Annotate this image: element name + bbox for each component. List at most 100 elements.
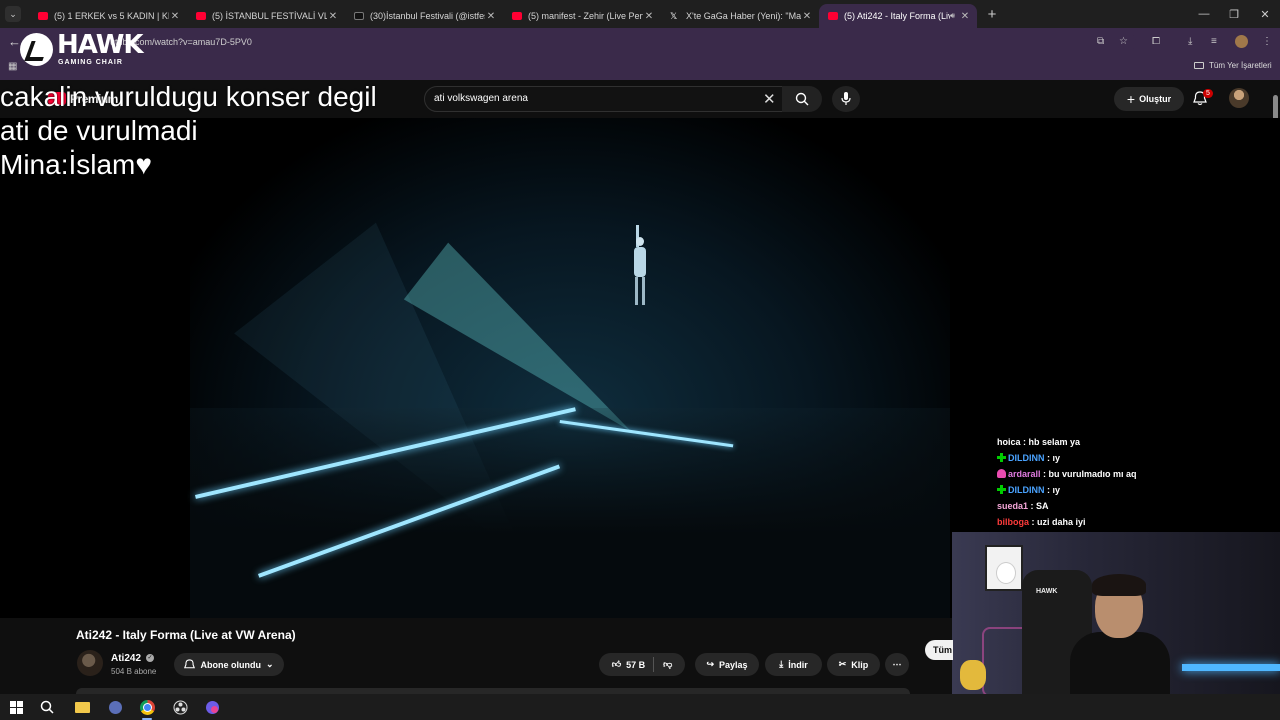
tab-title: (5) 1 ERKEK vs 5 KADIN | KIYAFE bbox=[54, 11, 169, 21]
plus-badge-icon bbox=[997, 485, 1006, 494]
verified-check-icon: ✓ bbox=[146, 654, 154, 662]
download-arrow-icon: ⤓ bbox=[779, 659, 784, 669]
performer-figure bbox=[632, 225, 648, 307]
new-tab-plus-icon[interactable]: + bbox=[983, 6, 1001, 23]
browser-tab-4[interactable]: 𝕏 X'te GaGa Haber (Yeni): "Manife ✕ bbox=[661, 4, 819, 28]
concert-crowd bbox=[190, 408, 950, 618]
tab-title: (5) İSTANBUL FESTİVALİ VLOG bbox=[212, 11, 327, 21]
plus-icon: + bbox=[1126, 91, 1136, 107]
close-window-icon[interactable]: ✕ bbox=[1248, 0, 1280, 28]
search-query-text[interactable]: ati volkswagen arena bbox=[434, 93, 528, 104]
chat-username: sueda1 bbox=[997, 501, 1029, 511]
like-button[interactable]: 👍︎ 57 B bbox=[611, 657, 655, 672]
restore-window-icon[interactable]: ❐ bbox=[1217, 0, 1251, 28]
tab-search-menu-button[interactable]: ⌄ bbox=[5, 6, 21, 22]
download-icon[interactable]: ⤓ bbox=[1188, 36, 1192, 47]
cat-picture bbox=[997, 563, 1015, 583]
plus-badge-icon bbox=[997, 453, 1006, 462]
notification-count-badge: 5 bbox=[1203, 89, 1213, 98]
obs-icon[interactable] bbox=[171, 698, 189, 716]
channel-avatar[interactable] bbox=[77, 650, 103, 676]
taskbar-search-icon[interactable] bbox=[38, 698, 56, 716]
create-button[interactable]: + Oluştur bbox=[1114, 87, 1184, 111]
all-bookmarks-label: Tüm Yer İşaretleri bbox=[1209, 61, 1272, 70]
tiktok-favicon-icon bbox=[354, 12, 364, 20]
sponsor-title: HAWK bbox=[57, 30, 144, 60]
chat-text: bu vurulmadıo mı aq bbox=[1048, 469, 1137, 479]
apps-grid-icon[interactable]: ▦ bbox=[8, 61, 17, 72]
all-bookmarks-folder[interactable]: Tüm Yer İşaretleri bbox=[1194, 61, 1272, 70]
speaker-icon[interactable]: 🔊︎ bbox=[950, 11, 955, 21]
like-dislike-group: 👍︎ 57 B 👎︎ bbox=[599, 653, 685, 676]
more-actions-button[interactable]: ⋯ bbox=[885, 653, 909, 676]
sponsor-subtitle: GAMING CHAIR bbox=[58, 59, 123, 66]
chat-message: DILDINN : ıy bbox=[997, 450, 1197, 466]
tab-title: (5) Ati242 - Italy Forma (Live bbox=[844, 11, 950, 21]
heart-badge-icon bbox=[997, 469, 1006, 478]
dislike-button-thumbs-down-icon[interactable]: 👎︎ bbox=[663, 659, 672, 670]
install-app-icon[interactable]: ⧉ bbox=[1097, 36, 1104, 47]
hawk-emblem-icon bbox=[20, 33, 53, 66]
browser-tab-2[interactable]: (30)İstanbul Festivali (@istfestiva ✕ bbox=[345, 4, 503, 28]
like-count: 57 B bbox=[626, 659, 646, 670]
chat-text: hb selam ya bbox=[1028, 437, 1081, 447]
webcam-toy bbox=[960, 660, 986, 690]
voice-search-button[interactable] bbox=[832, 86, 860, 112]
chat-message: bilboga : uzi daha iyi bbox=[997, 517, 1086, 527]
bookmark-star-icon[interactable]: ☆ bbox=[1119, 36, 1128, 47]
app-icon[interactable] bbox=[106, 698, 124, 716]
clear-search-icon[interactable]: ✕ bbox=[763, 90, 776, 108]
close-tab-icon[interactable]: ✕ bbox=[643, 11, 655, 22]
more-dots-icon: ⋯ bbox=[892, 659, 902, 669]
chat-username: DILDINN bbox=[1008, 453, 1045, 463]
download-button[interactable]: ⤓ İndir bbox=[765, 653, 822, 676]
close-tab-icon[interactable]: ✕ bbox=[485, 11, 497, 22]
channel-name[interactable]: Ati242 bbox=[111, 653, 141, 664]
close-tab-icon[interactable]: ✕ bbox=[801, 11, 813, 22]
create-label: Oluştur bbox=[1139, 94, 1172, 104]
close-tab-icon[interactable]: ✕ bbox=[959, 11, 971, 22]
browser-tab-3[interactable]: (5) manifest - Zehir (Live Perform ✕ bbox=[503, 4, 661, 28]
share-arrow-icon: ↪ bbox=[706, 659, 714, 669]
screen: ⌄ (5) 1 ERKEK vs 5 KADIN | KIYAFE ✕ (5) … bbox=[0, 0, 1280, 720]
chat-message: hoica : hb selam ya bbox=[997, 437, 1081, 447]
close-tab-icon[interactable]: ✕ bbox=[327, 11, 339, 22]
sponsor-logo: HAWK GAMING CHAIR bbox=[20, 31, 144, 69]
search-button[interactable] bbox=[782, 86, 822, 112]
overlay-line-3: Mina:İslam♥ bbox=[0, 149, 152, 180]
subscribed-label: Abone olundu bbox=[200, 659, 261, 670]
subscribed-button[interactable]: Abone olundu ⌄ bbox=[174, 653, 284, 676]
minimize-window-icon[interactable]: — bbox=[1187, 0, 1221, 28]
windows-start-icon[interactable] bbox=[7, 698, 25, 716]
thumbs-up-icon: 👍︎ bbox=[611, 659, 622, 669]
chrome-icon[interactable] bbox=[138, 698, 156, 720]
stream-overlay-caption: cakalin vuruldugu konser degil ati de vu… bbox=[0, 80, 377, 182]
performer-head bbox=[636, 237, 644, 246]
chat-text: SA bbox=[1036, 501, 1049, 511]
extensions-puzzle-icon[interactable]: ⧠ bbox=[1152, 36, 1160, 47]
youtube-favicon-icon bbox=[512, 12, 522, 20]
close-tab-icon[interactable]: ✕ bbox=[169, 11, 181, 22]
performer-body bbox=[634, 247, 646, 277]
tab-title: X'te GaGa Haber (Yeni): "Manife bbox=[686, 11, 801, 21]
stream-chat: hoica : hb selam ya DILDINN : ıy ardarall … bbox=[997, 434, 1197, 530]
chip-all[interactable]: Tüm bbox=[925, 640, 953, 660]
youtube-favicon-icon bbox=[38, 12, 48, 20]
browser-tab-0[interactable]: (5) 1 ERKEK vs 5 KADIN | KIYAFE ✕ bbox=[29, 4, 187, 28]
reading-list-icon[interactable]: ≡ bbox=[1211, 36, 1217, 47]
bookmarks-bar bbox=[0, 56, 1280, 80]
clip-button[interactable]: ✂ Klip bbox=[827, 653, 880, 676]
share-button[interactable]: ↪ Paylaş bbox=[695, 653, 759, 676]
more-menu-icon[interactable]: ⋮ bbox=[1262, 36, 1272, 47]
chat-text: ıy bbox=[1052, 453, 1061, 463]
youtube-account-avatar[interactable] bbox=[1229, 88, 1249, 108]
profile-avatar-icon[interactable] bbox=[1235, 35, 1248, 48]
chat-app-icon[interactable] bbox=[203, 698, 221, 716]
file-explorer-icon[interactable] bbox=[73, 698, 91, 716]
windows-taskbar bbox=[0, 694, 1280, 720]
browser-tab-5-active[interactable]: (5) Ati242 - Italy Forma (Live 🔊︎ ✕ bbox=[819, 4, 977, 28]
browser-tab-1[interactable]: (5) İSTANBUL FESTİVALİ VLOG ✕ bbox=[187, 4, 345, 28]
led-strip bbox=[1182, 664, 1280, 671]
chat-text: uzi daha iyi bbox=[1037, 517, 1086, 527]
chat-username: DILDINN bbox=[1008, 485, 1045, 495]
